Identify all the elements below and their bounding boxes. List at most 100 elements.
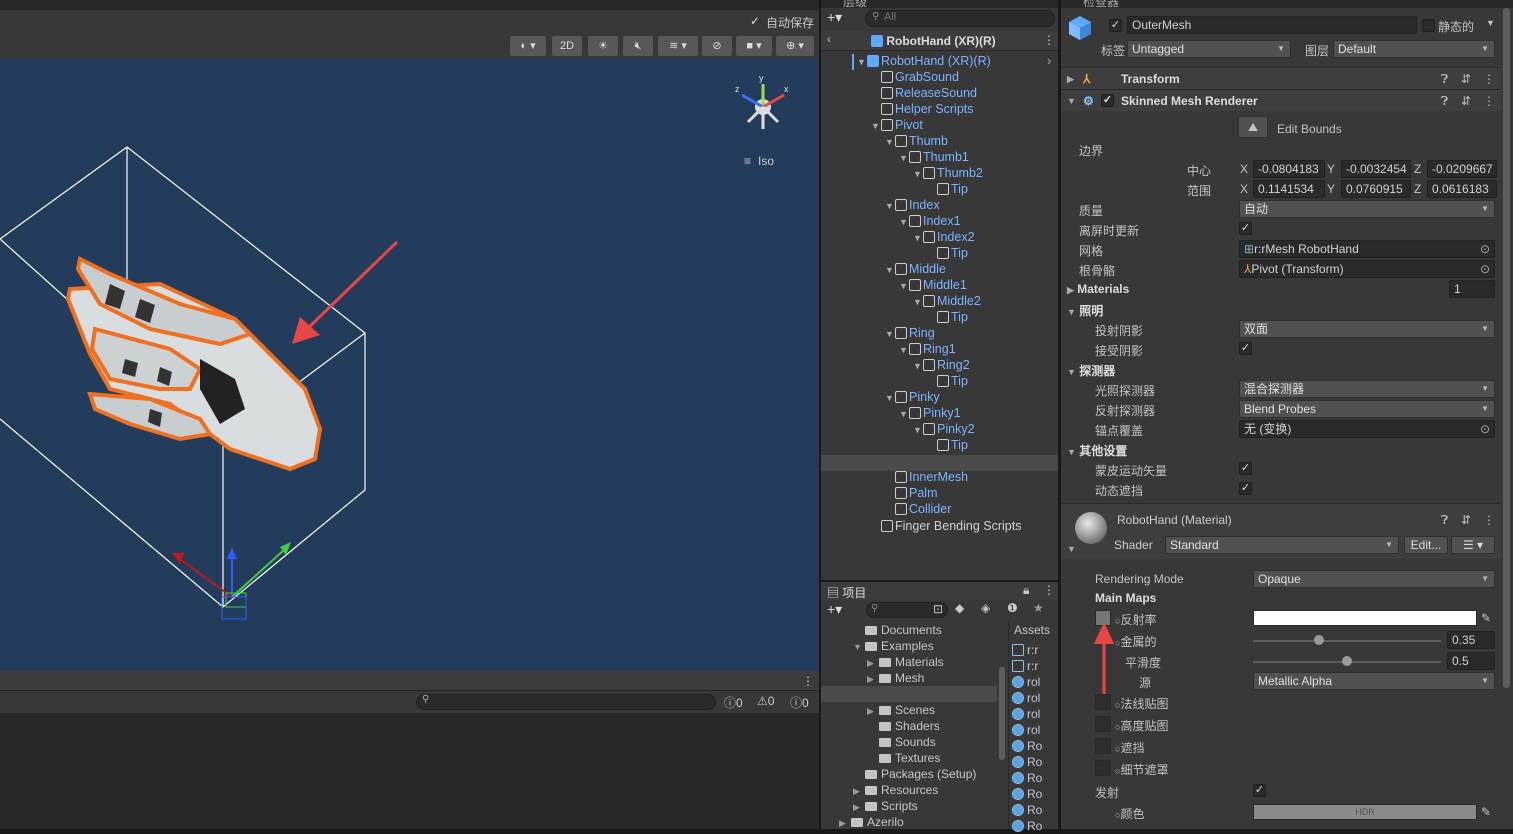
hidden-objects-button[interactable]: ⊘ (702, 36, 732, 56)
smoothness-value-input[interactable]: 0.5 (1447, 652, 1495, 670)
hierarchy-item[interactable]: ▼ Pinky (885, 389, 940, 405)
collapse-arrow-icon[interactable]: ▼ (1067, 544, 1076, 554)
hierarchy-item[interactable]: ReleaseSound (871, 85, 977, 101)
rootbone-field[interactable]: ⅄Pivot (Transform) ⊙ (1239, 260, 1495, 278)
expand-arrow-icon[interactable]: ▼ (871, 118, 881, 134)
transform-gizmo[interactable] (172, 542, 291, 620)
expand-arrow-icon[interactable]: ▶ (867, 703, 879, 719)
gameobject-active-checkbox[interactable]: ✓ (1109, 19, 1122, 32)
hierarchy-item[interactable]: InnerMesh (885, 469, 968, 485)
detail-mask-slot[interactable] (1095, 760, 1111, 776)
expand-arrow-icon[interactable]: ▶ (853, 783, 865, 799)
asset-item[interactable]: rol (1012, 706, 1040, 722)
static-checkbox[interactable] (1422, 19, 1435, 32)
project-folder-item[interactable]: ▼ Examples (853, 638, 934, 654)
shading-mode-button[interactable]: ◐ ▾ (510, 36, 546, 56)
expand-arrow-icon[interactable]: ▼ (913, 294, 923, 310)
hierarchy-item[interactable]: ▼ Ring1 (899, 341, 956, 357)
expand-arrow-icon[interactable]: ▼ (885, 262, 895, 278)
expand-arrow-icon[interactable]: ▼ (885, 326, 895, 342)
gizmos-button[interactable]: ⊕ ▾ (776, 36, 814, 56)
inspector-scrollbar[interactable] (1503, 8, 1510, 688)
materials-count-input[interactable]: 1 (1449, 280, 1495, 298)
dynamic-occlusion-checkbox[interactable]: ✓ (1239, 482, 1252, 495)
hierarchy-item[interactable]: ▼ Thumb1 (899, 149, 969, 165)
extent-y-input[interactable]: 0.0760915 (1341, 180, 1411, 198)
component-menu-icon[interactable]: ⋮ (1483, 68, 1495, 90)
expand-arrow-icon[interactable]: ▼ (857, 54, 867, 70)
back-arrow-icon[interactable]: ‹ (827, 32, 831, 46)
lighting-toggle-button[interactable]: ☀ (588, 36, 618, 56)
hierarchy-item[interactable]: Palm (885, 485, 937, 501)
filter-by-type-icon[interactable]: ◆ (955, 601, 964, 615)
transform-header[interactable]: ▶ ⅄ Transform ❓︎ ⇵ ⋮ (1061, 67, 1501, 89)
smoothness-slider-knob[interactable] (1342, 656, 1352, 666)
materials-foldout[interactable]: ▶ Materials (1067, 282, 1129, 296)
lighting-foldout[interactable]: ▼ 照明 (1067, 302, 1103, 319)
info-count-toggle[interactable]: ⓘ0 (724, 694, 743, 711)
expand-arrow-icon[interactable]: ▶ (853, 799, 865, 815)
rendering-mode-dropdown[interactable]: Opaque (1253, 570, 1495, 588)
filter-by-label-icon[interactable]: ◈ (981, 601, 990, 615)
emission-color-swatch[interactable]: HDR (1253, 804, 1477, 820)
filter-by-log-icon[interactable]: ❶ (1007, 601, 1018, 615)
project-folder-item[interactable]: ▶ Scenes (867, 702, 935, 718)
metallic-slider-knob[interactable] (1314, 635, 1324, 645)
hierarchy-item[interactable]: ▼ Pinky1 (899, 405, 961, 421)
robot-hand-mesh[interactable] (65, 256, 323, 472)
add-object-button[interactable]: +▾ (827, 9, 842, 26)
mesh-field[interactable]: ⊞r:rMesh RobotHand ⊙ (1239, 240, 1495, 258)
project-folder-item[interactable]: Documents (853, 622, 942, 638)
toggle-2d-button[interactable]: 2D (552, 36, 582, 56)
project-folder-item[interactable]: ▶ Scripts (853, 798, 918, 814)
anchor-override-field[interactable]: 无 (变换) ⊙ (1239, 420, 1495, 438)
create-asset-button[interactable]: +▾ (827, 601, 842, 618)
source-dropdown[interactable]: Metallic Alpha (1253, 672, 1495, 690)
scene-canvas[interactable]: y x z ≡ (0, 59, 819, 671)
quality-dropdown[interactable]: 自动 (1239, 200, 1495, 218)
expand-arrow-icon[interactable]: ▶ (867, 671, 879, 687)
hierarchy-item[interactable]: ▼ Ring (885, 325, 935, 341)
asset-item[interactable]: rol (1012, 690, 1040, 706)
hierarchy-item[interactable]: ▼ Middle (885, 261, 946, 277)
hierarchy-menu-icon[interactable]: ⋮ (1043, 33, 1055, 47)
asset-item[interactable]: Ro (1012, 818, 1042, 834)
emission-checkbox[interactable]: ✓ (1253, 784, 1266, 797)
expand-arrow-icon[interactable]: ▼ (853, 639, 865, 655)
hierarchy-item[interactable]: ▼ Pinky2 (913, 421, 975, 437)
orientation-gizmo[interactable]: y x z (735, 73, 789, 129)
refl-probes-dropdown[interactable]: Blend Probes (1239, 400, 1495, 418)
hierarchy-tab[interactable]: 层级 (843, 0, 867, 10)
hierarchy-item[interactable]: Collider (885, 501, 951, 517)
extent-x-input[interactable]: 0.1141534 (1253, 180, 1325, 198)
prefab-open-arrow-icon[interactable]: › (1047, 53, 1051, 69)
shader-dropdown[interactable]: Standard (1165, 536, 1399, 554)
eyedropper-icon[interactable]: ✎ (1481, 805, 1491, 819)
project-folder-item[interactable]: Sounds (867, 734, 936, 750)
asset-item[interactable]: Ro (1012, 802, 1042, 818)
hierarchy-item[interactable]: Finger Bending Scripts (871, 518, 1021, 534)
normal-map-slot[interactable] (1095, 694, 1111, 710)
object-picker-icon[interactable]: ⊙ (1480, 261, 1490, 277)
console-search-input[interactable]: ⚲ (416, 694, 716, 710)
center-z-input[interactable]: -0.0209667 (1427, 160, 1497, 178)
expand-arrow-icon[interactable]: ▼ (885, 390, 895, 406)
edit-shader-button[interactable]: Edit... (1404, 536, 1448, 554)
hierarchy-item[interactable]: ▼ Index (885, 197, 940, 213)
hierarchy-item[interactable]: Tip (927, 437, 968, 453)
skinned-mesh-renderer-header[interactable]: ▼ ⚙ ✓ Skinned Mesh Renderer ❓︎ ⇵ ⋮ (1061, 89, 1501, 111)
eyedropper-icon[interactable]: ✎ (1481, 611, 1491, 625)
cast-shadows-dropdown[interactable]: 双面 (1239, 320, 1495, 338)
asset-item[interactable]: r:r (1012, 642, 1038, 658)
help-icon[interactable]: ❓︎ (1441, 513, 1448, 528)
hierarchy-item[interactable]: Tip (927, 309, 968, 325)
probes-foldout[interactable]: ▼ 探测器 (1067, 362, 1115, 379)
camera-settings-button[interactable]: ■ ▾ (736, 36, 772, 56)
hierarchy-item[interactable]: GrabSound (871, 69, 959, 85)
asset-item[interactable]: Ro (1012, 738, 1042, 754)
favorites-star-icon[interactable]: ★ (1033, 601, 1044, 615)
help-icon[interactable]: ❓︎ (1441, 90, 1448, 112)
albedo-color-swatch[interactable] (1253, 610, 1477, 626)
inspector-tab[interactable]: 检查器 (1083, 0, 1119, 10)
preset-icon[interactable]: ⇵ (1461, 90, 1471, 112)
